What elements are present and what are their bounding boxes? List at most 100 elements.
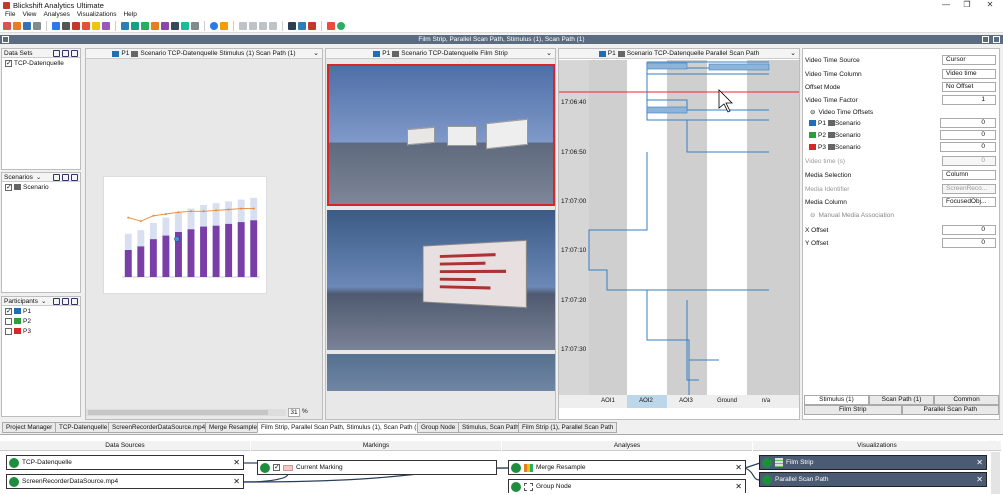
graph-icon[interactable] (121, 21, 129, 30)
scarf-icon[interactable] (102, 21, 110, 30)
scenario-checkbox[interactable]: ✓ (5, 183, 12, 191)
filter-icon[interactable] (52, 21, 60, 30)
pipeline-scrollbar[interactable] (991, 452, 1000, 494)
record-icon[interactable] (210, 21, 218, 30)
participants-search-icon[interactable] (62, 297, 69, 305)
close-button[interactable]: ✕ (979, 0, 1001, 10)
offset-input[interactable]: 0 (940, 130, 996, 140)
menu-visualizations[interactable]: Visualizations (77, 11, 117, 18)
participants-edit-icon[interactable] (71, 297, 78, 305)
participant-checkbox[interactable]: ✓ (5, 307, 12, 315)
table-icon[interactable] (298, 21, 306, 30)
doc-tab-film-strip-1[interactable]: Film Strip (1), Parallel Scan Path (518, 422, 618, 433)
dataset-checkbox[interactable]: ✓ (5, 59, 12, 67)
menu-help[interactable]: Help (123, 11, 136, 18)
doc-tab-film-strip-combined[interactable]: Film Strip, Parallel Scan Path, Stimulus… (257, 422, 426, 433)
offset-input[interactable]: 0 (940, 142, 996, 152)
scanpath-icon[interactable] (141, 21, 149, 30)
stats-icon[interactable] (327, 21, 335, 30)
shield-icon[interactable] (337, 21, 345, 30)
media-column-select[interactable]: FocusedObj... (942, 197, 996, 207)
source-node[interactable]: TCP-Datenquelle ✕ (6, 455, 244, 470)
offset-mode-select[interactable]: No Offset (942, 82, 996, 92)
marking-node[interactable]: ✓ Current Marking (257, 460, 497, 475)
scenarios-group-icon[interactable] (53, 173, 60, 181)
layout-icon[interactable] (288, 21, 296, 30)
strip-layout-icon[interactable] (982, 36, 989, 43)
scenarios-dropdown-icon[interactable]: ⌄ (36, 173, 41, 181)
compare-icon[interactable] (82, 21, 90, 30)
node-remove-icon[interactable]: ✕ (233, 477, 240, 486)
film-frame[interactable] (327, 354, 555, 391)
zoom-value[interactable]: 31 (288, 408, 300, 417)
new-project-icon[interactable] (3, 21, 11, 30)
strip-settings-icon[interactable] (2, 36, 9, 43)
fixation-icon[interactable] (181, 21, 189, 30)
participant-item[interactable]: P2 (2, 316, 80, 326)
sequence-icon[interactable] (161, 21, 169, 30)
datasets-settings-icon[interactable] (53, 49, 60, 57)
doc-tab-project-manager[interactable]: Project Manager (2, 422, 57, 433)
save-icon[interactable] (23, 21, 31, 30)
scenario-item[interactable]: ✓ Scenario (2, 182, 80, 192)
participants-dropdown-icon[interactable]: ⌄ (41, 297, 46, 305)
scanpath-view-dropdown-icon[interactable]: ⌄ (313, 49, 319, 57)
participant-checkbox[interactable] (5, 317, 12, 325)
minimize-button[interactable]: — (935, 0, 957, 10)
maximize-button[interactable]: ❐ (956, 0, 978, 10)
doc-tab-merge-resample[interactable]: Merge Resample (205, 422, 261, 433)
manual-media-group[interactable]: ⊖ Manual Media Association (810, 209, 1002, 221)
menu-view[interactable]: View (22, 11, 36, 18)
source-node[interactable]: ScreenRecorderDataSource.mp4 ✕ (6, 474, 244, 489)
node-remove-icon[interactable]: ✕ (735, 482, 742, 491)
video-time-column-select[interactable]: Video time (942, 69, 996, 79)
analysis-node[interactable]: Group Node ✕ (508, 479, 746, 493)
doc-tab-tcp-datenquelle[interactable]: TCP-Datenquelle (55, 422, 112, 433)
marking-checkbox[interactable]: ✓ (273, 464, 280, 471)
scenarios-edit-icon[interactable] (71, 173, 78, 181)
collapse-icon[interactable]: ⊖ (810, 211, 815, 219)
menu-analyses[interactable]: Analyses (43, 11, 69, 18)
pen-icon[interactable] (191, 21, 199, 30)
node-remove-icon[interactable]: ✕ (233, 458, 240, 467)
network-icon[interactable] (131, 21, 139, 30)
offset-input[interactable]: 0 (940, 118, 996, 128)
participant-checkbox[interactable] (5, 327, 12, 335)
tab-parallel-scan-path[interactable]: Parallel Scan Path (901, 405, 999, 415)
film-frame[interactable] (327, 210, 555, 350)
stimulus-image[interactable] (103, 176, 267, 294)
strip-close-icon[interactable] (993, 36, 1000, 43)
horizontal-scrollbar[interactable] (86, 409, 286, 416)
video-time-source-select[interactable]: Cursor (942, 55, 996, 65)
parallel-scan-path-plot[interactable] (559, 60, 799, 408)
timeline-icon[interactable] (171, 21, 179, 30)
collapse-icon[interactable]: ⊖ (810, 108, 815, 116)
heatmap-icon[interactable] (92, 21, 100, 30)
parallel-view-dropdown-icon[interactable]: ⌄ (790, 49, 796, 57)
aoi-icon[interactable] (151, 21, 159, 30)
dataset-item[interactable]: ✓ TCP-Datenquelle (2, 58, 80, 68)
open-project-icon[interactable] (13, 21, 21, 30)
participants-group-icon[interactable] (53, 297, 60, 305)
menu-file[interactable]: File (5, 11, 15, 18)
node-remove-icon[interactable]: ✕ (976, 475, 983, 484)
media-selection-select[interactable]: Column (942, 170, 996, 180)
y-offset-input[interactable]: 0 (942, 238, 996, 248)
node-remove-icon[interactable]: ✕ (976, 458, 983, 467)
doc-tab-stimulus-scan-path[interactable]: Stimulus, Scan Path (458, 422, 523, 433)
film-strip-dropdown-icon[interactable]: ⌄ (546, 49, 552, 57)
film-frame-selected[interactable] (327, 64, 555, 206)
visualization-node[interactable]: Film Strip ✕ (759, 455, 987, 470)
doc-tab-group-node[interactable]: Group Node (417, 422, 460, 433)
datasets-edit-icon[interactable] (71, 49, 78, 57)
tab-scan-path[interactable]: Scan Path (1) (869, 395, 934, 405)
x-offset-input[interactable]: 0 (942, 225, 996, 235)
save-as-icon[interactable] (33, 21, 41, 30)
datasets-search-icon[interactable] (62, 49, 69, 57)
participant-item[interactable]: ✓ P1 (2, 306, 80, 316)
tab-common[interactable]: Common (934, 395, 999, 405)
video-time-factor-input[interactable]: 1 (942, 95, 996, 105)
tab-film-strip[interactable]: Film Strip (804, 405, 902, 415)
doc-tab-screen-recorder[interactable]: ScreenRecorderDataSource.mp4 (108, 422, 210, 433)
grid-icon[interactable] (308, 21, 316, 30)
